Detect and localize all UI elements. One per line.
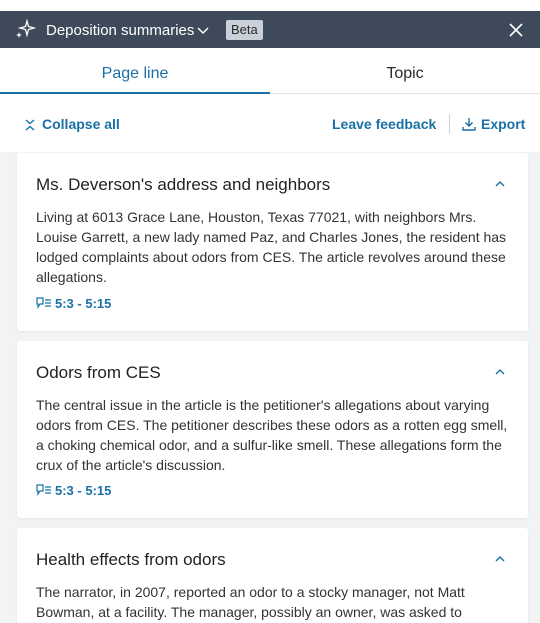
tab-topic[interactable]: Topic bbox=[270, 48, 540, 94]
panel-title[interactable]: Deposition summaries bbox=[46, 22, 194, 39]
summary-title: Health effects from odors bbox=[36, 550, 226, 569]
chevron-up-icon[interactable] bbox=[494, 367, 506, 377]
summary-card: Health effects from odors The narrator, … bbox=[17, 528, 528, 623]
view-tabs: Page line Topic bbox=[0, 48, 540, 94]
summary-text: The central issue in the article is the … bbox=[36, 397, 508, 473]
summary-text: The narrator, in 2007, reported an odor … bbox=[36, 584, 465, 620]
page-line-reference[interactable]: 5:3 - 5:15 bbox=[36, 483, 111, 498]
tab-page-line[interactable]: Page line bbox=[0, 48, 270, 94]
summary-card: Ms. Deverson's address and neighbors Liv… bbox=[17, 153, 528, 331]
download-icon[interactable] bbox=[461, 116, 477, 132]
chevron-up-icon[interactable] bbox=[494, 179, 506, 189]
close-icon[interactable] bbox=[506, 20, 526, 40]
collapse-icon[interactable] bbox=[24, 118, 36, 132]
chevron-down-icon[interactable] bbox=[196, 23, 210, 37]
collapse-all-button[interactable]: Collapse all bbox=[42, 116, 120, 132]
citation-icon bbox=[36, 484, 51, 496]
panel-header: Deposition summaries Beta bbox=[0, 0, 540, 48]
citation-icon bbox=[36, 297, 51, 309]
beta-badge: Beta bbox=[226, 20, 263, 40]
reference-label[interactable]: 5:3 - 5:15 bbox=[55, 483, 111, 498]
summary-card: Odors from CES The central issue in the … bbox=[17, 341, 528, 518]
sparkle-icon bbox=[16, 19, 36, 38]
page-line-reference[interactable]: 5:3 - 5:15 bbox=[36, 296, 111, 311]
reference-label[interactable]: 5:3 - 5:15 bbox=[55, 296, 111, 311]
export-button[interactable]: Export bbox=[481, 116, 525, 132]
toolbar-divider bbox=[449, 114, 450, 134]
summary-title: Ms. Deverson's address and neighbors bbox=[36, 175, 331, 194]
summary-title: Odors from CES bbox=[36, 363, 161, 382]
chevron-up-icon[interactable] bbox=[494, 554, 506, 564]
summary-list[interactable]: Ms. Deverson's address and neighbors Liv… bbox=[0, 152, 540, 623]
summary-toolbar: Collapse all Leave feedback Export bbox=[0, 94, 540, 152]
summary-text: Living at 6013 Grace Lane, Houston, Texa… bbox=[36, 209, 507, 285]
leave-feedback-link[interactable]: Leave feedback bbox=[332, 116, 436, 132]
